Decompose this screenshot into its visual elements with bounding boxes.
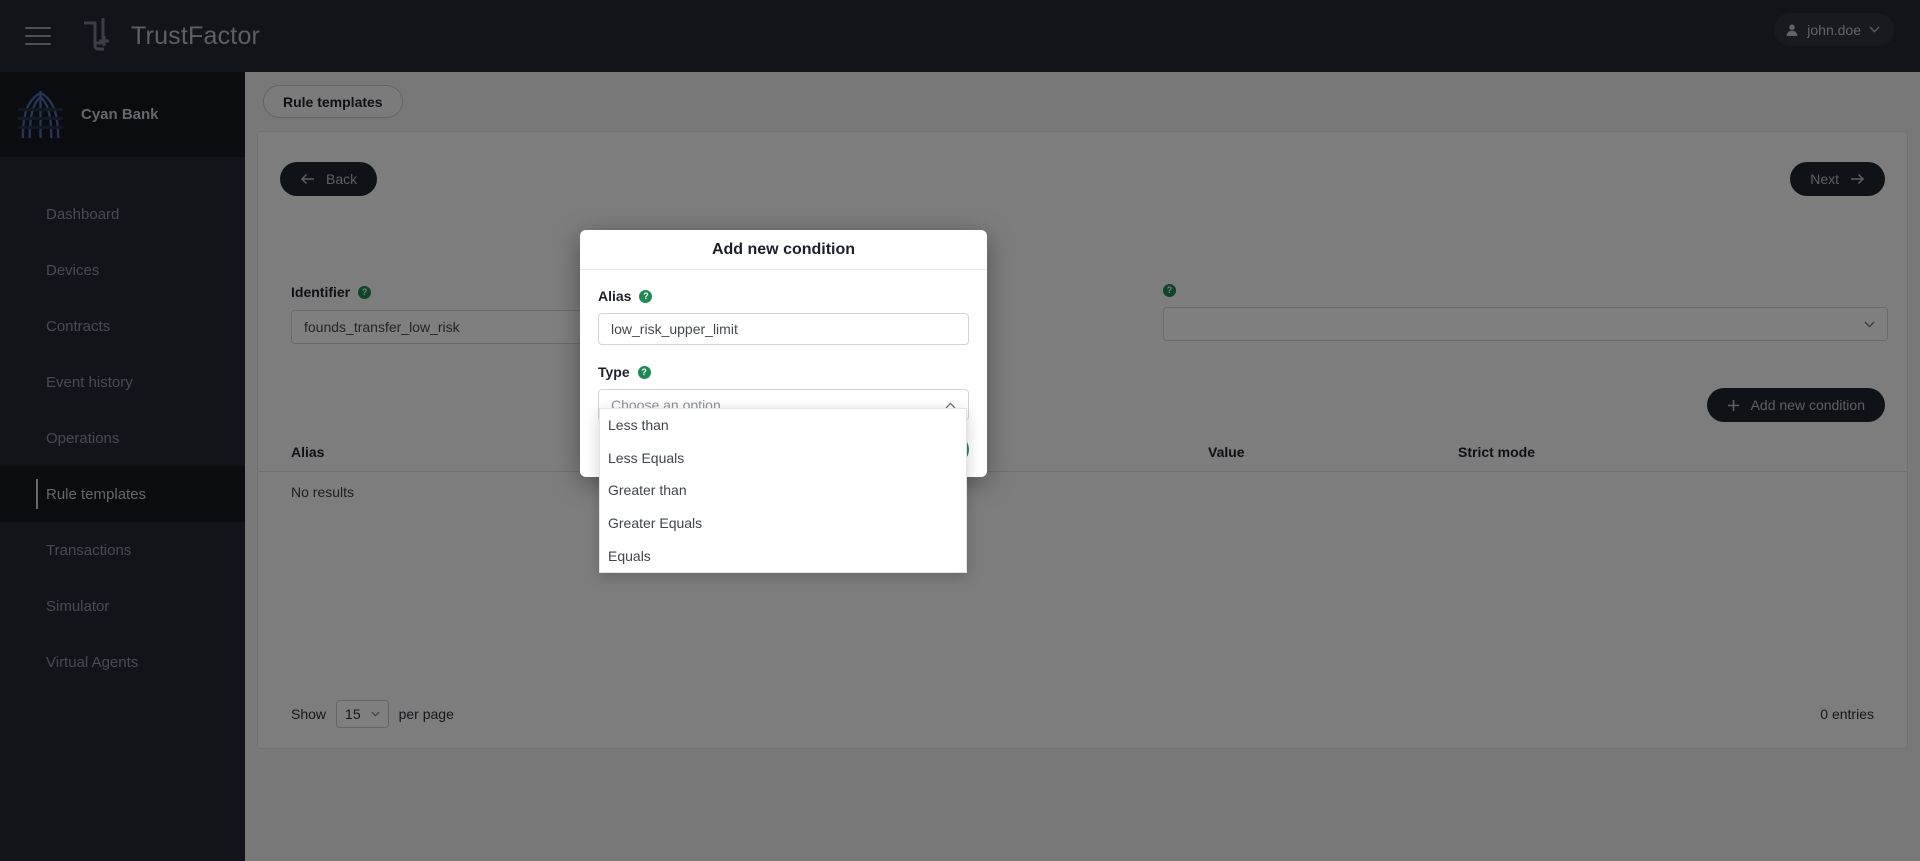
modal-title: Add new condition <box>580 230 987 270</box>
option-less-than[interactable]: Less than <box>600 409 966 442</box>
app-root: TrustFactor john.doe <box>0 0 1920 861</box>
modal-alias-label: Alias <box>598 288 632 304</box>
modal-type-label: Type <box>598 364 630 380</box>
modal-type-label-row: Type ? <box>598 364 969 380</box>
help-question-icon[interactable]: ? <box>637 365 651 379</box>
option-equals[interactable]: Equals <box>600 539 966 572</box>
option-greater-equals[interactable]: Greater Equals <box>600 507 966 540</box>
modal-alias-label-row: Alias ? <box>598 288 969 304</box>
help-question-icon[interactable]: ? <box>639 289 653 303</box>
option-less-equals[interactable]: Less Equals <box>600 442 966 475</box>
modal-alias-input[interactable]: low_risk_upper_limit <box>598 313 969 345</box>
option-greater-than[interactable]: Greater than <box>600 474 966 507</box>
modal-body: Alias ? low_risk_upper_limit Type ? Choo… <box>580 270 987 421</box>
type-options-dropdown: Less than Less Equals Greater than Great… <box>599 408 967 573</box>
